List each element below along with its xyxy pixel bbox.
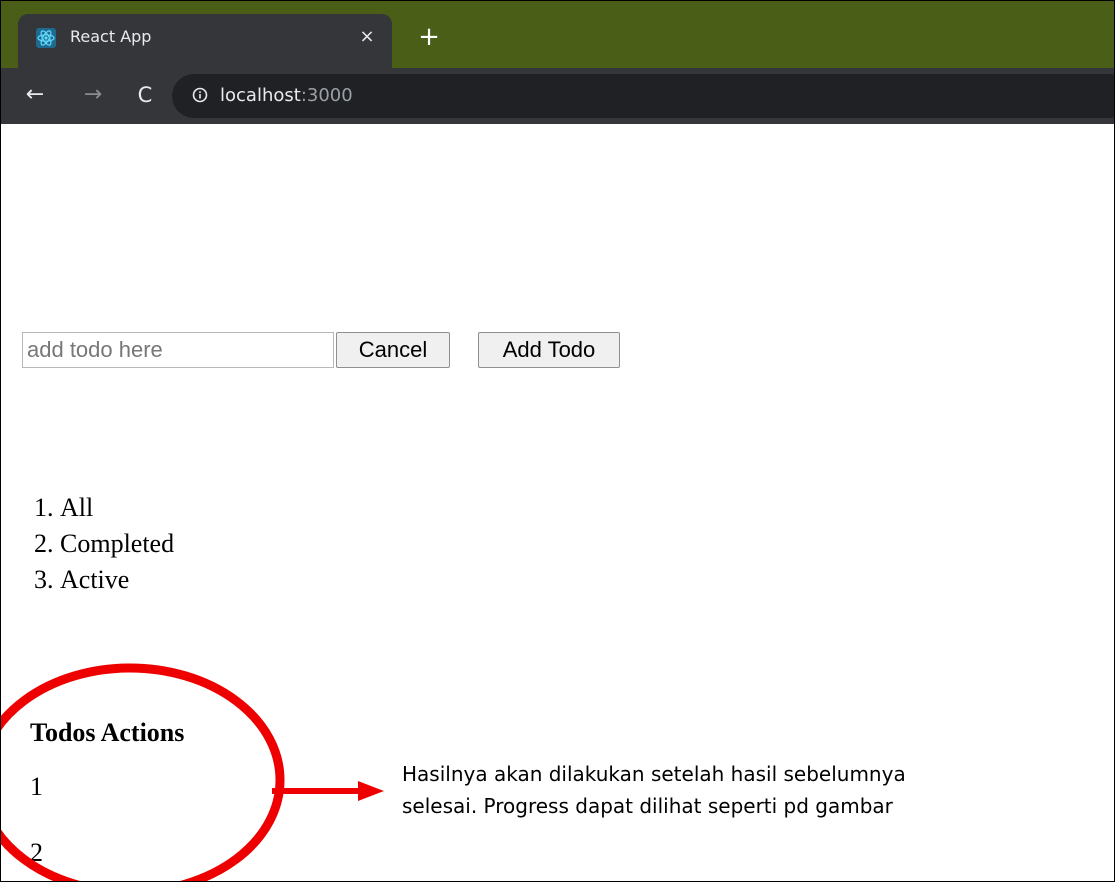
annotation-overlay [0, 663, 384, 882]
annotation-note: Hasilnya akan dilakukan setelah hasil se… [402, 758, 1042, 822]
highlight-ellipse [0, 663, 285, 882]
annotation-line-1: Hasilnya akan dilakukan setelah hasil se… [402, 762, 906, 786]
annotation-arrow-head [358, 781, 384, 801]
annotation-line-2: selesai. Progress dapat dilihat seperti … [402, 794, 893, 818]
